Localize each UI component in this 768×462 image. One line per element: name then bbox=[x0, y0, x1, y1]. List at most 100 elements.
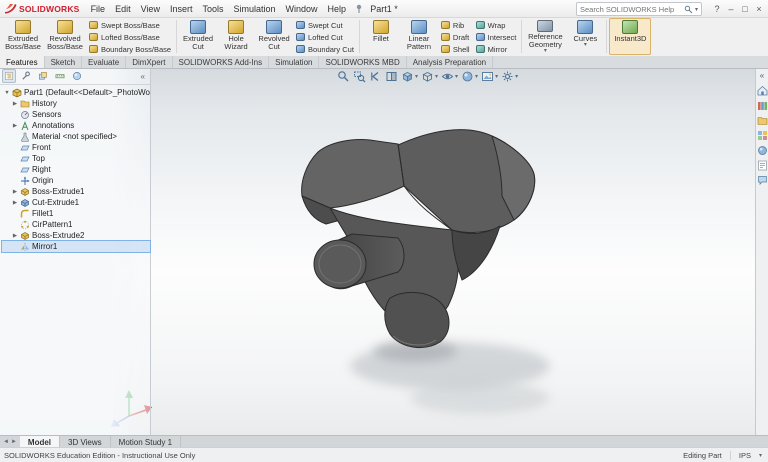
close-button[interactable]: × bbox=[752, 4, 766, 14]
linear-pattern-button[interactable]: Linear Pattern bbox=[400, 18, 438, 55]
menu-insert[interactable]: Insert bbox=[165, 2, 198, 16]
lofted-boss-base-button[interactable]: Lofted Boss/Base bbox=[86, 31, 174, 43]
configurationmanager-tab[interactable] bbox=[36, 69, 50, 83]
expand-arrow-icon[interactable]: ▶ bbox=[12, 200, 18, 206]
display-style-button[interactable]: ▾ bbox=[420, 69, 439, 84]
view-orientation-button[interactable]: ▾ bbox=[400, 69, 419, 84]
extruded-boss-base-button[interactable]: Extruded Boss/Base bbox=[2, 18, 44, 55]
reference-group: Reference Geometry ▾ Curves ▾ bbox=[524, 18, 604, 55]
curves-button[interactable]: Curves ▾ bbox=[566, 18, 604, 55]
tree-item-sensors[interactable]: Sensors bbox=[2, 109, 150, 120]
tab-solidworks-mbd[interactable]: SOLIDWORKS MBD bbox=[319, 56, 406, 68]
swept-boss-base-button[interactable]: Swept Boss/Base bbox=[86, 19, 174, 31]
solidworks-resources-button[interactable] bbox=[757, 85, 768, 96]
hide-show-items-button[interactable]: ▾ bbox=[440, 69, 459, 84]
extruded-cut-button[interactable]: Extruded Cut bbox=[179, 18, 217, 55]
menu-edit[interactable]: Edit bbox=[110, 2, 136, 16]
previous-view-button[interactable] bbox=[368, 69, 383, 84]
featuremanager-tab[interactable] bbox=[2, 69, 16, 83]
graphics-area[interactable]: ▾▾▾▾▾▾ « ▼ Part1 (Default<<Default>_Phot… bbox=[0, 68, 768, 436]
pin-menu-button[interactable] bbox=[355, 4, 363, 14]
collapse-arrow-icon[interactable]: ▼ bbox=[4, 90, 10, 96]
search-box[interactable]: ▾ bbox=[576, 2, 702, 16]
menu-view[interactable]: View bbox=[136, 2, 165, 16]
part-model[interactable] bbox=[302, 130, 535, 348]
tree-item-boss-extrude1[interactable]: ▶Boss-Extrude1 bbox=[2, 186, 150, 197]
collapse-task-pane-chevron-icon[interactable]: « bbox=[757, 70, 768, 81]
boundary-boss-base-button[interactable]: Boundary Boss/Base bbox=[86, 43, 174, 55]
tree-item-cirpattern1[interactable]: CirPattern1 bbox=[2, 219, 150, 230]
tab-features[interactable]: Features bbox=[0, 56, 45, 68]
rib-button[interactable]: Rib bbox=[438, 19, 473, 31]
view-palette-button[interactable] bbox=[757, 130, 768, 141]
file-explorer-button[interactable] bbox=[757, 115, 768, 126]
minimize-button[interactable]: – bbox=[724, 4, 738, 14]
fillet-button[interactable]: Fillet bbox=[362, 18, 400, 55]
tree-item-mirror1[interactable]: Mirror1 bbox=[2, 241, 150, 252]
intersect-button[interactable]: Intersect bbox=[473, 31, 520, 43]
instant3d-button[interactable]: Instant3D bbox=[609, 18, 651, 55]
tab-analysis-preparation[interactable]: Analysis Preparation bbox=[407, 56, 493, 68]
lofted-cut-button[interactable]: Lofted Cut bbox=[293, 31, 357, 43]
tab-evaluate[interactable]: Evaluate bbox=[82, 56, 126, 68]
view-settings-button[interactable]: ▾ bbox=[500, 69, 519, 84]
wrap-button[interactable]: Wrap bbox=[473, 19, 520, 31]
collapse-panel-chevron-icon[interactable]: « bbox=[141, 72, 148, 81]
hole-wizard-button[interactable]: Hole Wizard bbox=[217, 18, 255, 55]
revolved-cut-button[interactable]: Revolved Cut bbox=[255, 18, 293, 55]
edit-appearance-button[interactable]: ▾ bbox=[460, 69, 479, 84]
boundary-cut-button[interactable]: Boundary Cut bbox=[293, 43, 357, 55]
tree-item-cut-extrude1[interactable]: ▶Cut-Extrude1 bbox=[2, 197, 150, 208]
tree-item-front[interactable]: Front bbox=[2, 142, 150, 153]
tab-sketch[interactable]: Sketch bbox=[45, 56, 82, 68]
appearances-scenes-button[interactable] bbox=[757, 145, 768, 156]
propertymanager-tab[interactable] bbox=[19, 69, 33, 83]
search-dropdown-icon[interactable]: ▾ bbox=[695, 6, 698, 13]
units-selector[interactable]: IPS bbox=[739, 451, 751, 460]
solidworks-forum-button[interactable] bbox=[757, 175, 768, 186]
search-icon[interactable] bbox=[684, 5, 693, 14]
tree-item-material-not-specified[interactable]: Material <not specified> bbox=[2, 131, 150, 142]
expand-arrow-icon[interactable]: ▶ bbox=[12, 123, 18, 129]
help-button[interactable]: ? bbox=[710, 4, 724, 14]
tree-item-origin[interactable]: Origin bbox=[2, 175, 150, 186]
menu-help[interactable]: Help bbox=[323, 2, 352, 16]
mirror-button[interactable]: Mirror bbox=[473, 43, 520, 55]
tab-simulation[interactable]: Simulation bbox=[269, 56, 319, 68]
revolved-boss-base-button[interactable]: Revolved Boss/Base bbox=[44, 18, 86, 55]
reference-geometry-button[interactable]: Reference Geometry ▾ bbox=[524, 18, 566, 55]
search-input[interactable] bbox=[580, 5, 682, 14]
expand-arrow-icon[interactable]: ▶ bbox=[12, 101, 18, 107]
expand-arrow-icon[interactable]: ▶ bbox=[12, 189, 18, 195]
units-dropdown-icon[interactable]: ▾ bbox=[759, 452, 762, 459]
menu-window[interactable]: Window bbox=[281, 2, 323, 16]
zoom-to-fit-button[interactable] bbox=[336, 69, 351, 84]
displaymanager-tab[interactable] bbox=[70, 69, 84, 83]
button-label: Intersect bbox=[488, 33, 517, 42]
expand-arrow-icon[interactable]: ▶ bbox=[12, 233, 18, 239]
tree-item-right[interactable]: Right bbox=[2, 164, 150, 175]
swept-cut-button[interactable]: Swept Cut bbox=[293, 19, 357, 31]
shell-button[interactable]: Shell bbox=[438, 43, 473, 55]
tab-scroll-left-icon[interactable]: ◄ bbox=[3, 439, 9, 445]
tab-dimxpert[interactable]: DimXpert bbox=[126, 56, 172, 68]
custom-properties-button[interactable] bbox=[757, 160, 768, 171]
tab-scroll-right-icon[interactable]: ► bbox=[11, 439, 17, 445]
section-view-button[interactable] bbox=[384, 69, 399, 84]
tab-solidworks-add-ins[interactable]: SOLIDWORKS Add-Ins bbox=[173, 56, 270, 68]
tree-item-history[interactable]: ▶History bbox=[2, 98, 150, 109]
menu-simulation[interactable]: Simulation bbox=[228, 2, 280, 16]
design-library-button[interactable] bbox=[757, 100, 768, 111]
tree-item-top[interactable]: Top bbox=[2, 153, 150, 164]
tree-item-part1-root[interactable]: ▼ Part1 (Default<<Default>_PhotoWorks D bbox=[2, 87, 150, 98]
tree-item-fillet1[interactable]: Fillet1 bbox=[2, 208, 150, 219]
menu-file[interactable]: File bbox=[86, 2, 111, 16]
tree-item-annotations[interactable]: ▶Annotations bbox=[2, 120, 150, 131]
maximize-button[interactable]: □ bbox=[738, 4, 752, 14]
apply-scene-button[interactable]: ▾ bbox=[480, 69, 499, 84]
zoom-to-area-button[interactable] bbox=[352, 69, 367, 84]
dimxpertmanager-tab[interactable] bbox=[53, 69, 67, 83]
tree-item-boss-extrude2[interactable]: ▶Boss-Extrude2 bbox=[2, 230, 150, 241]
menu-tools[interactable]: Tools bbox=[197, 2, 228, 16]
draft-button[interactable]: Draft bbox=[438, 31, 473, 43]
